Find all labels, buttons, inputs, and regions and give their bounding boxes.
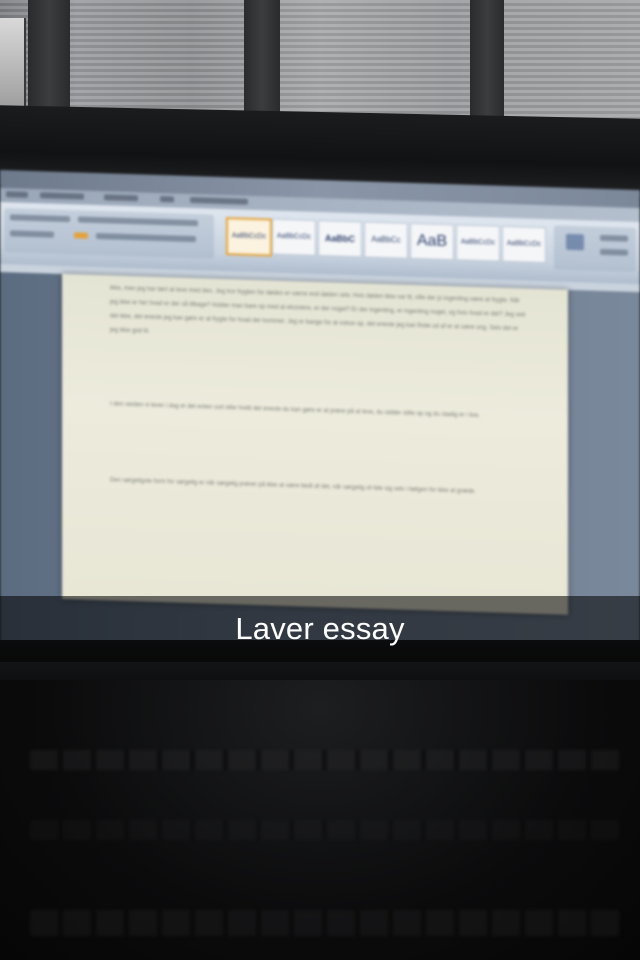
- alignment-buttons[interactable]: [96, 233, 196, 243]
- font-controls[interactable]: [10, 214, 70, 223]
- style-normal[interactable]: AaBbCcDc: [226, 217, 272, 257]
- replace-icon[interactable]: [600, 248, 628, 256]
- laptop-keyboard: [0, 680, 640, 960]
- editing-group: [554, 225, 636, 272]
- paragraph-text: ikke, men jeg har lært at leve med den. …: [110, 285, 526, 335]
- paper-card: [0, 18, 26, 108]
- caption-text: Laver essay: [235, 611, 405, 646]
- paragraph-1: ikke, men jeg har lært at leve med den. …: [110, 281, 526, 400]
- ribbon-tab[interactable]: [104, 194, 138, 202]
- style-heading-2[interactable]: AaBbCc: [364, 221, 408, 259]
- ribbon-tab[interactable]: [190, 196, 248, 205]
- window-frame: [470, 0, 504, 128]
- photo-scene: AaBbCcDc AaBbCcDc AaBbC AaBbCc AaB AaBbC…: [0, 0, 640, 960]
- ribbon-tab[interactable]: [160, 196, 174, 203]
- paragraph-text: Den sørgeligste form for sørgelig er når…: [110, 477, 476, 495]
- paragraph-controls[interactable]: [78, 216, 198, 227]
- caption-bar: Laver essay: [0, 596, 640, 662]
- style-no-spacing[interactable]: AaBbCcDc: [272, 218, 316, 256]
- paragraph-2: I den verden vi lever i dag er det enten…: [110, 397, 526, 444]
- window-frame: [244, 0, 280, 128]
- ribbon-tab[interactable]: [6, 191, 28, 198]
- style-title[interactable]: AaB: [410, 222, 454, 261]
- change-styles-icon[interactable]: [566, 233, 584, 251]
- key-row: [30, 750, 620, 770]
- key-row: [30, 910, 620, 936]
- font-paragraph-group: [4, 208, 214, 259]
- ribbon-tab[interactable]: [40, 192, 84, 200]
- key-row: [30, 820, 620, 840]
- document-page[interactable]: ikke, men jeg har lært at leve med den. …: [62, 273, 568, 615]
- highlight-icon[interactable]: [74, 232, 88, 239]
- style-emphasis[interactable]: AaBbCcDc: [502, 225, 546, 264]
- paragraph-3: Den sørgeligste form for sørgelig er når…: [110, 473, 526, 520]
- find-icon[interactable]: [600, 234, 628, 242]
- font-format-buttons[interactable]: [10, 230, 54, 238]
- style-heading-1[interactable]: AaBbC: [318, 219, 362, 258]
- style-subtitle[interactable]: AaBbCcDc: [456, 224, 500, 262]
- paragraph-text: I den verden vi lever i dag er det enten…: [110, 401, 480, 420]
